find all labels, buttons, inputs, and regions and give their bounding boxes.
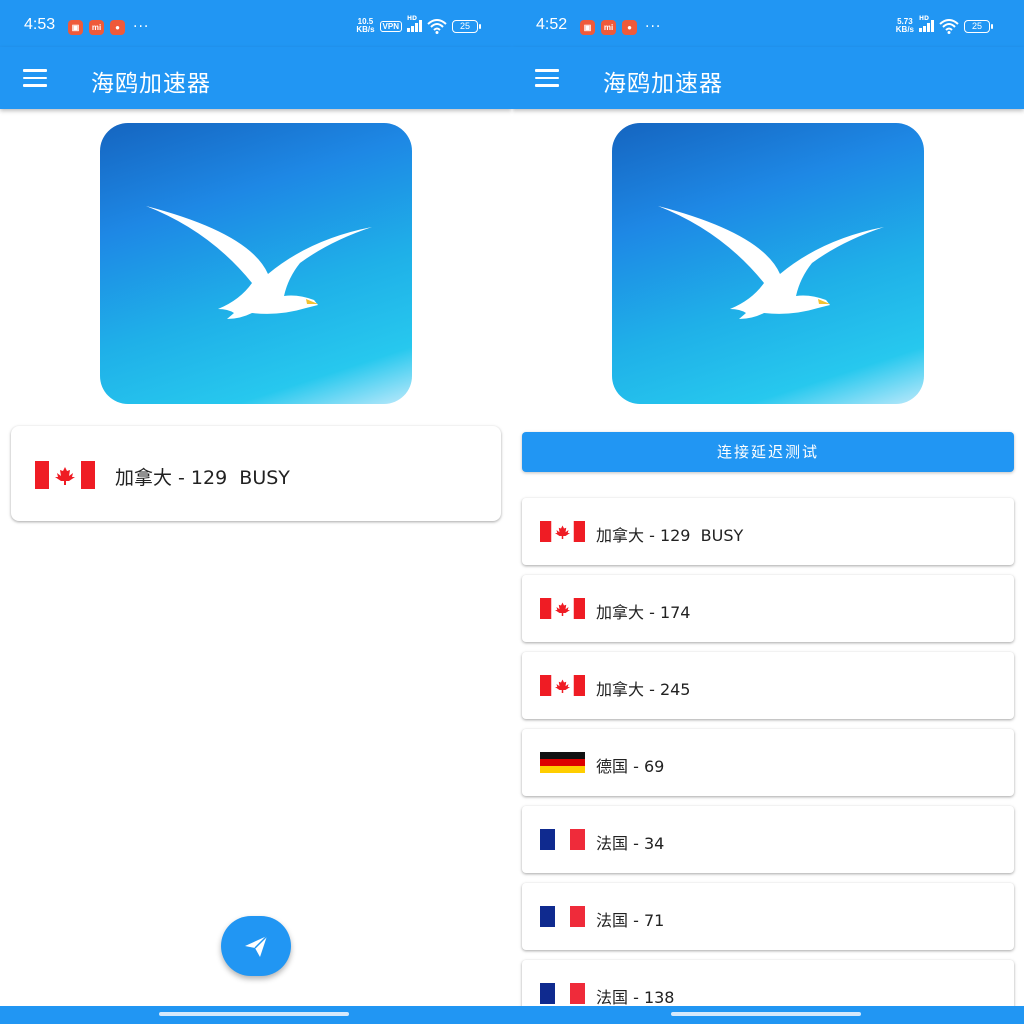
server-row[interactable]: 德国 - 69 xyxy=(522,729,1014,796)
right-screen: 4:52 ▣ mi ● ··· 5.73 KB/s HD 25 海鸥加速器 连接… xyxy=(512,0,1024,1024)
canada-flag-icon xyxy=(540,598,585,619)
wifi-icon xyxy=(427,18,447,34)
server-label: 法国 - 71 xyxy=(596,911,665,930)
france-flag-icon xyxy=(540,983,585,1004)
server-row[interactable]: 加拿大 - 245 xyxy=(522,652,1014,719)
status-right: 5.73 KB/s HD 25 xyxy=(895,15,993,34)
latency-test-button[interactable]: 连接延迟测试 xyxy=(522,432,1014,472)
seagull-logo xyxy=(612,123,924,404)
france-flag-icon xyxy=(540,829,585,850)
left-screen: 4:53 ▣ mi ● ··· 10.5 KB/s VPN HD 25 海鸥加速… xyxy=(0,0,512,1024)
canada-flag-icon xyxy=(540,521,585,542)
server-label: 加拿大 - 129 BUSY xyxy=(115,467,290,489)
status-bar: 4:52 ▣ mi ● ··· 5.73 KB/s HD 25 xyxy=(512,0,1024,47)
status-right: 10.5 KB/s VPN HD 25 xyxy=(356,15,481,34)
server-label: 法国 - 138 xyxy=(596,988,675,1007)
wifi-icon xyxy=(939,18,959,34)
navigation-bar xyxy=(512,1006,1024,1024)
vpn-icon: VPN xyxy=(379,20,402,32)
navigation-bar xyxy=(0,1006,512,1024)
status-time: 4:53 xyxy=(24,16,56,33)
germany-flag-icon xyxy=(540,752,585,773)
more-notifications-icon: ··· xyxy=(133,19,150,35)
notification-icons: ▣ mi ● ··· xyxy=(68,19,149,35)
battery-icon: 25 xyxy=(964,19,993,33)
server-row[interactable]: 加拿大 - 174 xyxy=(522,575,1014,642)
server-row[interactable]: 法国 - 71 xyxy=(522,883,1014,950)
menu-icon[interactable] xyxy=(23,69,47,87)
mi-icon: mi xyxy=(89,19,104,35)
connect-button[interactable] xyxy=(221,916,291,976)
server-label: 德国 - 69 xyxy=(596,757,665,776)
menu-icon[interactable] xyxy=(535,69,559,87)
server-label: 加拿大 - 129 BUSY xyxy=(596,526,744,545)
network-speed: 10.5 KB/s xyxy=(356,17,375,34)
app-title: 海鸥加速器 xyxy=(603,71,723,97)
status-bar: 4:53 ▣ mi ● ··· 10.5 KB/s VPN HD 25 xyxy=(0,0,512,47)
mi-icon: mi xyxy=(601,19,616,35)
canada-flag-icon xyxy=(35,461,95,489)
server-label: 法国 - 34 xyxy=(596,834,665,853)
app-bar: 海鸥加速器 xyxy=(0,47,512,109)
notification-icons: ▣ mi ● ··· xyxy=(580,19,661,35)
more-notifications-icon: ··· xyxy=(645,19,662,35)
battery-icon: 25 xyxy=(452,19,481,33)
home-indicator[interactable] xyxy=(159,1012,349,1016)
selected-server-card[interactable]: 加拿大 - 129 BUSY xyxy=(11,426,501,521)
server-row[interactable]: 法国 - 34 xyxy=(522,806,1014,873)
server-label: 加拿大 - 174 xyxy=(596,603,691,622)
send-icon xyxy=(245,935,268,957)
app-icon: ● xyxy=(622,19,637,35)
app-icon: ● xyxy=(110,19,125,35)
france-flag-icon xyxy=(540,906,585,927)
signal-icon: HD xyxy=(407,15,422,32)
canada-flag-icon xyxy=(540,675,585,696)
app-title: 海鸥加速器 xyxy=(91,71,211,97)
network-speed: 5.73 KB/s xyxy=(895,17,914,34)
signal-icon: HD xyxy=(919,15,934,32)
seagull-logo xyxy=(100,123,412,404)
home-indicator[interactable] xyxy=(671,1012,861,1016)
status-time: 4:52 xyxy=(536,16,568,33)
server-list: 加拿大 - 129 BUSY 加拿大 - 174 加拿大 - 245 德国 - 69 法… xyxy=(522,498,1014,1024)
app-bar: 海鸥加速器 xyxy=(512,47,1024,109)
shopping-bag-icon: ▣ xyxy=(68,19,83,35)
server-label: 加拿大 - 245 xyxy=(596,680,691,699)
shopping-bag-icon: ▣ xyxy=(580,19,595,35)
server-row[interactable]: 加拿大 - 129 BUSY xyxy=(522,498,1014,565)
